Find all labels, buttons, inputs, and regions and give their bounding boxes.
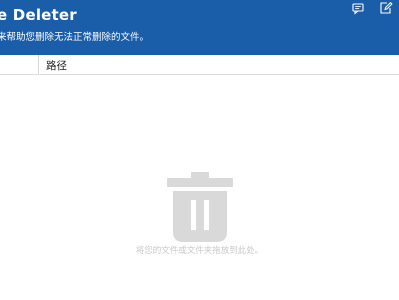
app-title: e Deleter (0, 6, 77, 24)
header-bar: e Deleter 来帮助您删除无法正常删除的文件。 (0, 0, 399, 55)
edit-icon (380, 1, 393, 14)
message-icon (352, 3, 364, 15)
app-subtitle: 来帮助您删除无法正常删除的文件。 (0, 32, 150, 43)
column-header-path[interactable]: 路径 (46, 58, 67, 73)
drop-zone[interactable]: 将您的文件或文件夹拖放到此处。 (0, 75, 399, 300)
trash-icon (167, 172, 233, 242)
file-list-header: 路径 (0, 55, 399, 75)
column-divider[interactable] (38, 55, 39, 74)
app-window: e Deleter 来帮助您删除无法正常删除的文件。 路径 将您的文件或文件夹拖… (0, 0, 399, 300)
drop-hint-text: 将您的文件或文件夹拖放到此处。 (135, 246, 264, 256)
feedback-button[interactable] (351, 1, 365, 15)
edit-button[interactable] (379, 1, 393, 15)
